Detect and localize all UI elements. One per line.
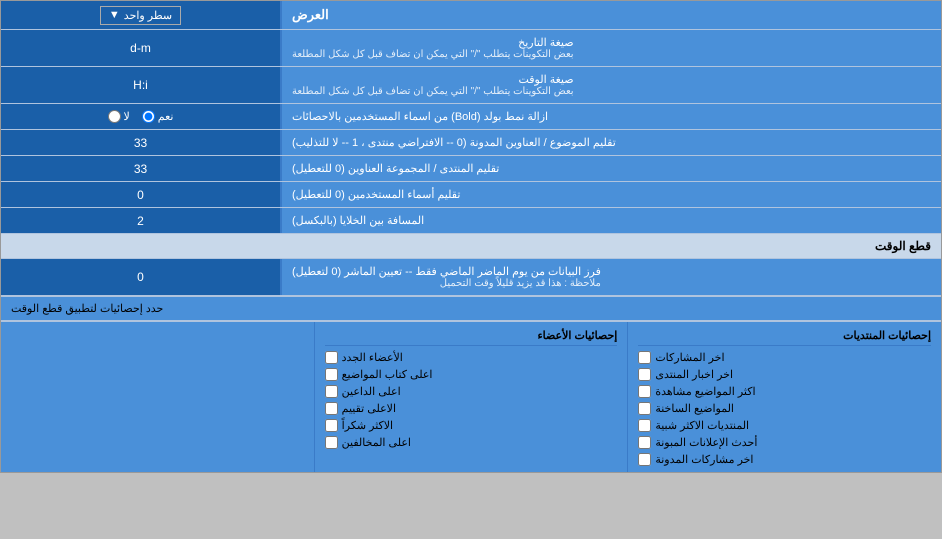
- dropdown-label: سطر واحد: [124, 9, 172, 22]
- radio-yes-label[interactable]: نعم: [142, 110, 174, 123]
- cb-hot-topics[interactable]: المواضيع الساخنة: [638, 400, 931, 417]
- topic-address-input[interactable]: [7, 136, 274, 150]
- time-format-label: صيغة الوقت بعض التكوينات يتطلب "/" التي …: [281, 67, 941, 103]
- col-forums-header: إحصائيات المنتديات: [638, 326, 931, 346]
- cutoff-days-input-cell: [1, 259, 281, 295]
- cb-most-viewed[interactable]: اكثر المواضيع مشاهدة: [638, 383, 931, 400]
- cb-announcements-input[interactable]: [638, 436, 651, 449]
- checkboxes-grid: إحصائيات المنتديات اخر المشاركات اخر اخب…: [1, 321, 941, 472]
- display-label: العرض: [281, 1, 941, 29]
- cb-new-members-input[interactable]: [325, 351, 338, 364]
- date-format-input-cell: [1, 30, 281, 66]
- display-dropdown[interactable]: سطر واحد ▼: [100, 6, 181, 25]
- cb-top-writers-input[interactable]: [325, 368, 338, 381]
- cb-top-inviters-input[interactable]: [325, 385, 338, 398]
- cb-top-inviters[interactable]: اعلى الداعين: [325, 383, 618, 400]
- cell-spacing-label: المسافة بين الخلايا (بالبكسل): [281, 208, 941, 233]
- date-format-row: صيغة التاريخ بعض التكوينات يتطلب "/" الت…: [1, 30, 941, 67]
- cutoff-days-row: فرز البيانات من يوم الماضر الماضي فقط --…: [1, 259, 941, 296]
- cb-top-violators-input[interactable]: [325, 436, 338, 449]
- remove-bold-label: ازالة نمط بولد (Bold) من اسماء المستخدمي…: [281, 104, 941, 129]
- cb-top-rated-input[interactable]: [325, 402, 338, 415]
- usernames-label: تقليم أسماء المستخدمين (0 للتعطيل): [281, 182, 941, 207]
- cb-similar-forums-input[interactable]: [638, 419, 651, 432]
- usernames-row: تقليم أسماء المستخدمين (0 للتعطيل): [1, 182, 941, 208]
- remove-bold-row: ازالة نمط بولد (Bold) من اسماء المستخدمي…: [1, 104, 941, 130]
- cb-last-posts[interactable]: اخر المشاركات: [638, 349, 931, 366]
- cb-most-thanks-input[interactable]: [325, 419, 338, 432]
- cutoff-section-header: قطع الوقت: [1, 234, 941, 259]
- cb-last-posts-input[interactable]: [638, 351, 651, 364]
- cb-top-writers[interactable]: اعلى كتاب المواضيع: [325, 366, 618, 383]
- cb-blog-posts-input[interactable]: [638, 453, 651, 466]
- forum-group-input[interactable]: [7, 162, 274, 176]
- cb-hot-topics-input[interactable]: [638, 402, 651, 415]
- time-format-input-cell: [1, 67, 281, 103]
- cutoff-days-input[interactable]: [7, 270, 274, 284]
- cb-forum-news[interactable]: اخر اخبار المنتدى: [638, 366, 931, 383]
- remove-bold-radio-group: نعم لا: [108, 110, 174, 123]
- usernames-input[interactable]: [7, 188, 274, 202]
- cb-most-thanks[interactable]: الاكثر شكراً: [325, 417, 618, 434]
- limit-label-row: حدد إحصائيات لتطبيق قطع الوقت: [1, 297, 941, 321]
- cb-top-violators[interactable]: اعلى المخالفين: [325, 434, 618, 451]
- radio-no[interactable]: [108, 110, 121, 123]
- col-members-header: إحصائيات الأعضاء: [325, 326, 618, 346]
- topic-address-row: تقليم الموضوع / العناوين المدونة (0 -- ا…: [1, 130, 941, 156]
- time-format-input[interactable]: [7, 78, 274, 92]
- date-format-input[interactable]: [7, 41, 274, 55]
- col-members: إحصائيات الأعضاء الأعضاء الجدد اعلى كتاب…: [314, 322, 628, 472]
- time-format-row: صيغة الوقت بعض التكوينات يتطلب "/" التي …: [1, 67, 941, 104]
- cb-top-rated[interactable]: الاعلى تقييم: [325, 400, 618, 417]
- cb-similar-forums[interactable]: المنتديات الاكثر شبية: [638, 417, 931, 434]
- forum-group-input-cell: [1, 156, 281, 181]
- cb-new-members[interactable]: الأعضاء الجدد: [325, 349, 618, 366]
- cell-spacing-input[interactable]: [7, 214, 274, 228]
- radio-yes[interactable]: [142, 110, 155, 123]
- dropdown-arrow-icon: ▼: [109, 9, 120, 21]
- cb-announcements[interactable]: أحدث الإعلانات المبونة: [638, 434, 931, 451]
- col-forums: إحصائيات المنتديات اخر المشاركات اخر اخب…: [627, 322, 941, 472]
- cb-forum-news-input[interactable]: [638, 368, 651, 381]
- remove-bold-input-cell: نعم لا: [1, 104, 281, 129]
- radio-no-label[interactable]: لا: [108, 110, 130, 123]
- forum-group-row: تقليم المنتدى / المجموعة العناوين (0 للت…: [1, 156, 941, 182]
- col-extra: [1, 322, 314, 472]
- forum-group-label: تقليم المنتدى / المجموعة العناوين (0 للت…: [281, 156, 941, 181]
- topic-address-input-cell: [1, 130, 281, 155]
- date-format-label: صيغة التاريخ بعض التكوينات يتطلب "/" الت…: [281, 30, 941, 66]
- usernames-input-cell: [1, 182, 281, 207]
- cb-most-viewed-input[interactable]: [638, 385, 651, 398]
- limit-label: حدد إحصائيات لتطبيق قطع الوقت: [1, 297, 941, 320]
- cb-blog-posts[interactable]: اخر مشاركات المدونة: [638, 451, 931, 468]
- cell-spacing-input-cell: [1, 208, 281, 233]
- topic-address-label: تقليم الموضوع / العناوين المدونة (0 -- ا…: [281, 130, 941, 155]
- cutoff-days-label: فرز البيانات من يوم الماضر الماضي فقط --…: [281, 259, 941, 295]
- dropdown-cell[interactable]: سطر واحد ▼: [1, 1, 281, 29]
- cell-spacing-row: المسافة بين الخلايا (بالبكسل): [1, 208, 941, 234]
